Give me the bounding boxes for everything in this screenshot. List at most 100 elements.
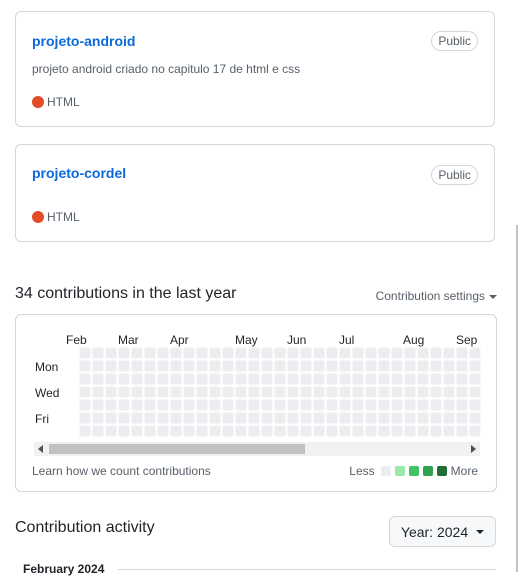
contribution-cell[interactable] <box>209 347 221 359</box>
contribution-cell[interactable] <box>209 412 221 424</box>
scroll-right-icon[interactable] <box>471 445 476 453</box>
contribution-cell[interactable] <box>365 425 377 437</box>
contribution-cell[interactable] <box>261 360 273 372</box>
contribution-cell[interactable] <box>456 373 468 385</box>
contribution-cell[interactable] <box>287 425 299 437</box>
contribution-cell[interactable] <box>235 347 247 359</box>
contribution-cell[interactable] <box>222 399 234 411</box>
contribution-cell[interactable] <box>443 399 455 411</box>
contribution-cell[interactable] <box>430 360 442 372</box>
contribution-cell[interactable] <box>170 373 182 385</box>
contribution-cell[interactable] <box>300 347 312 359</box>
contribution-cell[interactable] <box>326 412 338 424</box>
contribution-cell[interactable] <box>274 412 286 424</box>
repo-link[interactable]: projeto-android <box>32 33 135 49</box>
contribution-cell[interactable] <box>365 386 377 398</box>
contribution-cell[interactable] <box>79 399 91 411</box>
contribution-cell[interactable] <box>92 399 104 411</box>
contribution-cell[interactable] <box>274 386 286 398</box>
contribution-cell[interactable] <box>131 425 143 437</box>
contribution-cell[interactable] <box>469 360 481 372</box>
contribution-cell[interactable] <box>352 412 364 424</box>
contribution-cell[interactable] <box>274 347 286 359</box>
contribution-cell[interactable] <box>339 399 351 411</box>
contribution-cell[interactable] <box>352 360 364 372</box>
contribution-cell[interactable] <box>274 360 286 372</box>
contribution-cell[interactable] <box>183 347 195 359</box>
contribution-cell[interactable] <box>378 386 390 398</box>
contribution-cell[interactable] <box>313 360 325 372</box>
contribution-cell[interactable] <box>404 386 416 398</box>
contribution-cell[interactable] <box>118 412 130 424</box>
contribution-cell[interactable] <box>235 399 247 411</box>
contribution-cell[interactable] <box>300 399 312 411</box>
contribution-cell[interactable] <box>274 399 286 411</box>
contribution-cell[interactable] <box>430 373 442 385</box>
contribution-cell[interactable] <box>183 373 195 385</box>
contribution-cell[interactable] <box>339 373 351 385</box>
contribution-cell[interactable] <box>157 399 169 411</box>
contribution-cell[interactable] <box>378 373 390 385</box>
contribution-cell[interactable] <box>456 360 468 372</box>
contribution-cell[interactable] <box>391 347 403 359</box>
contribution-cell[interactable] <box>248 347 260 359</box>
contribution-cell[interactable] <box>313 347 325 359</box>
contribution-cell[interactable] <box>300 386 312 398</box>
contribution-cell[interactable] <box>118 347 130 359</box>
contribution-cell[interactable] <box>261 386 273 398</box>
year-select-button[interactable]: Year: 2024 <box>389 516 496 547</box>
contribution-cell[interactable] <box>300 373 312 385</box>
contribution-cell[interactable] <box>92 412 104 424</box>
contribution-cell[interactable] <box>144 373 156 385</box>
contribution-cell[interactable] <box>391 373 403 385</box>
contribution-cell[interactable] <box>222 412 234 424</box>
contribution-cell[interactable] <box>79 412 91 424</box>
contribution-cell[interactable] <box>248 399 260 411</box>
contribution-cell[interactable] <box>209 425 221 437</box>
contribution-cell[interactable] <box>170 412 182 424</box>
contribution-cell[interactable] <box>118 386 130 398</box>
contribution-cell[interactable] <box>456 425 468 437</box>
scroll-left-icon[interactable] <box>38 445 43 453</box>
contribution-cell[interactable] <box>183 386 195 398</box>
contribution-cell[interactable] <box>274 425 286 437</box>
contribution-cell[interactable] <box>430 425 442 437</box>
contribution-cell[interactable] <box>92 347 104 359</box>
contribution-cell[interactable] <box>300 412 312 424</box>
contribution-cell[interactable] <box>170 347 182 359</box>
contribution-cell[interactable] <box>235 360 247 372</box>
contribution-cell[interactable] <box>170 386 182 398</box>
contribution-cell[interactable] <box>313 412 325 424</box>
learn-contributions-link[interactable]: Learn how we count contributions <box>32 464 211 478</box>
contribution-cell[interactable] <box>404 373 416 385</box>
contribution-cell[interactable] <box>404 399 416 411</box>
contribution-cell[interactable] <box>222 347 234 359</box>
contribution-cell[interactable] <box>417 412 429 424</box>
contribution-cell[interactable] <box>131 412 143 424</box>
contribution-cell[interactable] <box>365 373 377 385</box>
contribution-cell[interactable] <box>118 399 130 411</box>
contribution-cell[interactable] <box>261 412 273 424</box>
contribution-cell[interactable] <box>105 412 117 424</box>
contribution-cell[interactable] <box>469 347 481 359</box>
contribution-cell[interactable] <box>430 412 442 424</box>
contribution-cell[interactable] <box>222 386 234 398</box>
contribution-cell[interactable] <box>469 386 481 398</box>
contribution-cell[interactable] <box>352 386 364 398</box>
contribution-cell[interactable] <box>378 347 390 359</box>
contribution-cell[interactable] <box>391 412 403 424</box>
contribution-cell[interactable] <box>248 425 260 437</box>
contribution-cell[interactable] <box>365 360 377 372</box>
contribution-cell[interactable] <box>196 347 208 359</box>
contribution-cell[interactable] <box>105 347 117 359</box>
contribution-cell[interactable] <box>118 425 130 437</box>
contribution-cell[interactable] <box>456 386 468 398</box>
contribution-cell[interactable] <box>417 347 429 359</box>
contribution-cell[interactable] <box>313 386 325 398</box>
contribution-cell[interactable] <box>430 386 442 398</box>
contribution-cell[interactable] <box>417 373 429 385</box>
contribution-cell[interactable] <box>248 360 260 372</box>
contribution-cell[interactable] <box>404 360 416 372</box>
contribution-cell[interactable] <box>378 425 390 437</box>
scrollbar-thumb[interactable] <box>49 444 305 454</box>
